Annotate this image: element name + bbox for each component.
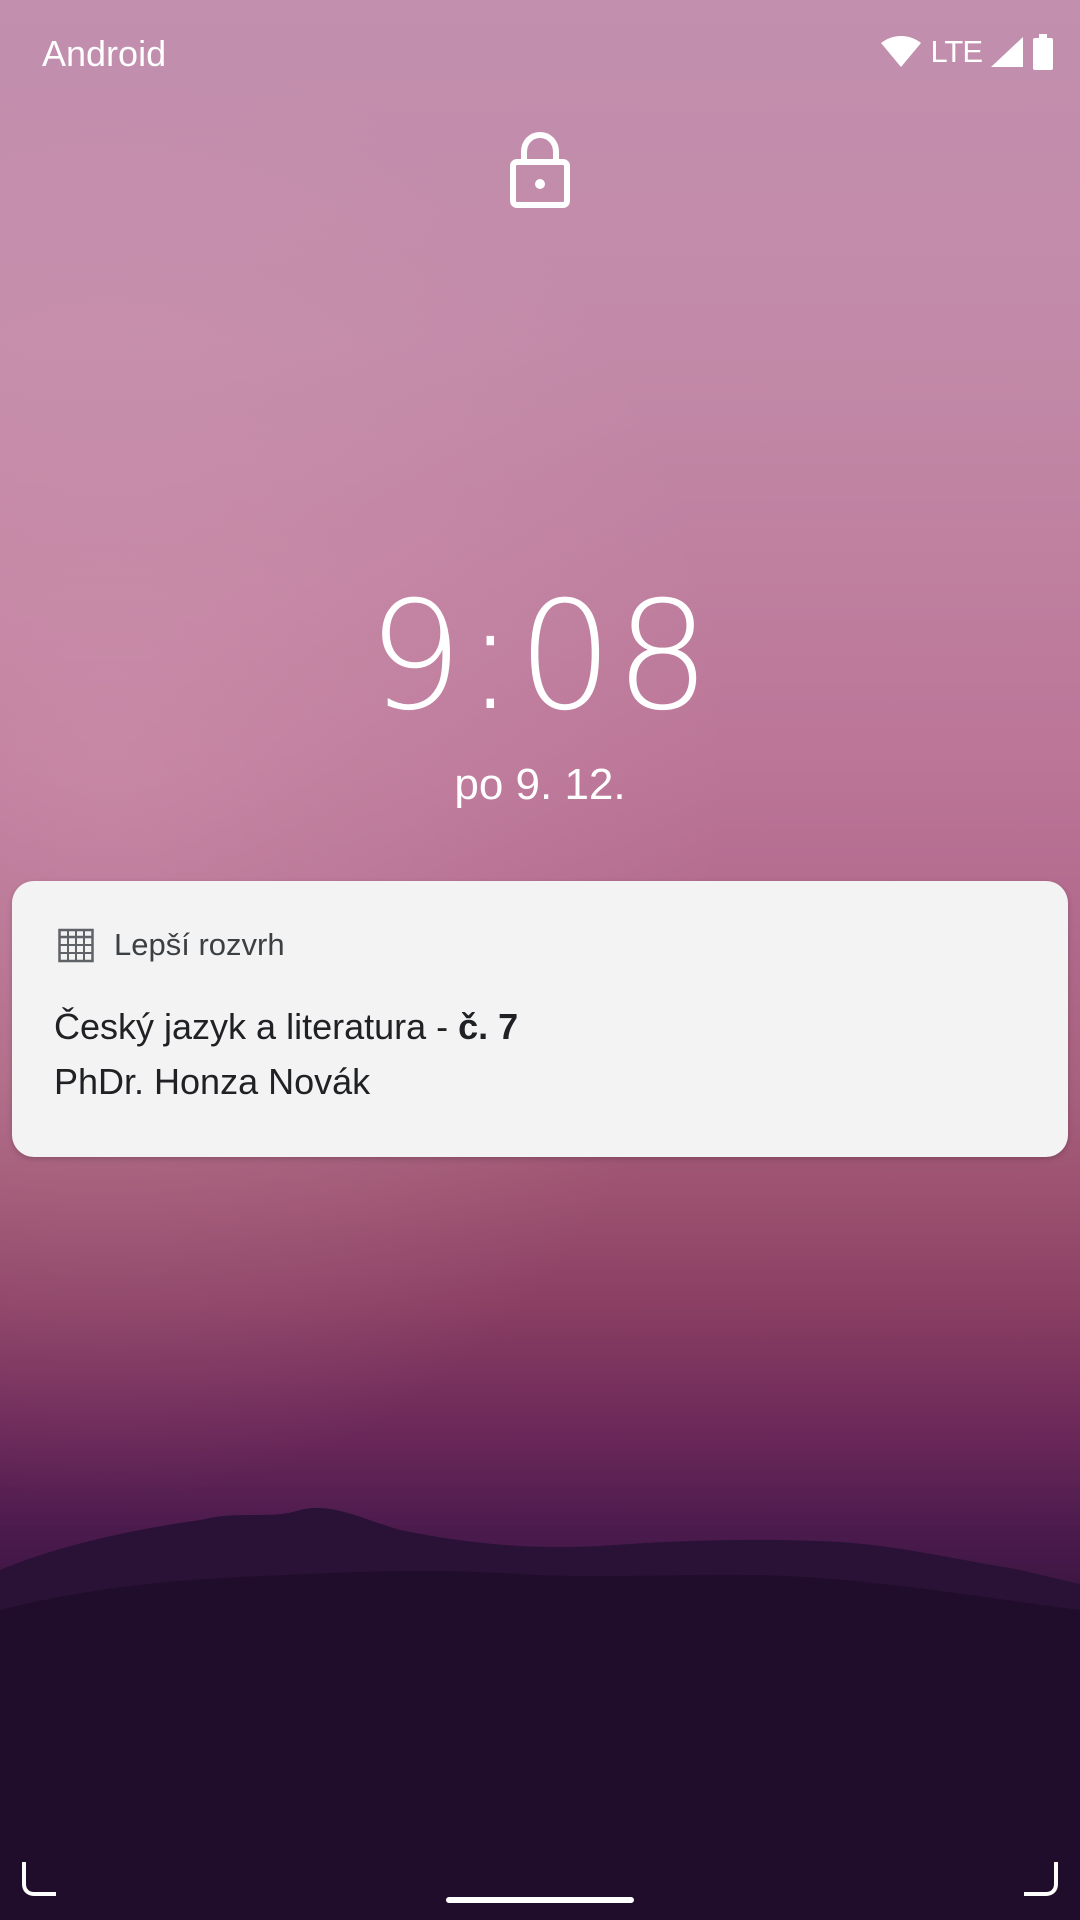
lock-screen-date: po 9. 12.: [454, 760, 626, 809]
notification-text: PhDr. Honza Novák: [54, 1061, 371, 1102]
signal-icon: [991, 37, 1023, 67]
lock-screen-clock: 9:08: [367, 570, 713, 744]
notification-header: Lepší rozvrh: [58, 927, 285, 963]
mountain-silhouette: [0, 1507, 1080, 1920]
carrier-label: Android: [42, 33, 167, 74]
network-type-label: LTE: [930, 34, 983, 69]
status-bar: Android LTE: [0, 0, 1080, 110]
lock-icon[interactable]: [508, 130, 572, 210]
home-handle[interactable]: [446, 1897, 634, 1903]
corner-left-icon: [22, 1862, 56, 1896]
notification-app-name: Lepší rozvrh: [114, 927, 285, 962]
notification-title-text: Český jazyk a literatura -: [54, 1006, 459, 1047]
wifi-icon: [881, 36, 922, 67]
status-icons: LTE: [880, 32, 1054, 72]
corner-right-icon: [1024, 1862, 1058, 1896]
notification-title-bold: č. 7: [458, 1006, 519, 1047]
notification-card[interactable]: Lepší rozvrh Český jazyk a literatura - …: [12, 881, 1068, 1157]
calendar-grid-icon: [58, 928, 94, 963]
battery-icon: [1033, 34, 1053, 70]
notification-title: Český jazyk a literatura - č. 7: [54, 1006, 518, 1048]
